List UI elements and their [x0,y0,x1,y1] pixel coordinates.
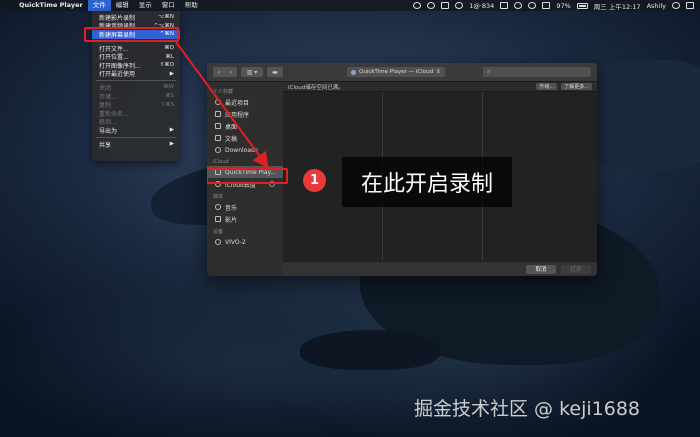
watermark-text: 掘金技术社区 @ keji1688 [414,398,641,420]
step-number-badge: 1 [303,169,326,192]
annotation-arrow [175,41,269,169]
arrow-line [175,41,269,169]
step-caption: 在此开启录制 [342,157,512,207]
